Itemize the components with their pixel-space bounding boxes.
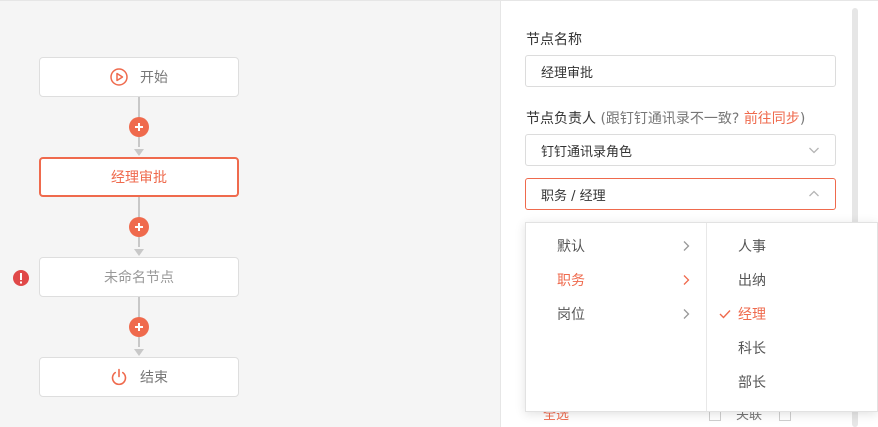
flow-connector xyxy=(138,237,140,247)
option-label: 部长 xyxy=(738,375,766,391)
cascader-option-manager[interactable]: 经理 xyxy=(707,297,877,331)
cascader-option-position[interactable]: 职务 xyxy=(526,263,706,297)
cascader-option-minister[interactable]: 部长 xyxy=(707,365,877,399)
cascader-level2-menu: 人事 出纳 经理 科长 部长 xyxy=(707,223,877,411)
cascader-option-hr[interactable]: 人事 xyxy=(707,229,877,263)
add-node-button[interactable] xyxy=(129,117,149,137)
flow-connector xyxy=(138,97,140,117)
flow-node-end[interactable]: 结束 xyxy=(39,357,239,397)
chevron-up-icon xyxy=(808,188,820,200)
power-icon xyxy=(110,368,128,386)
option-label: 经理 xyxy=(738,307,766,323)
flow-connector xyxy=(138,197,140,217)
flow-arrow xyxy=(134,249,144,256)
cascader-level1-menu: 默认 职务 岗位 xyxy=(526,223,707,411)
flow-node-manager-approval[interactable]: 经理审批 xyxy=(39,157,239,197)
node-name-value: 经理审批 xyxy=(541,65,594,81)
flow-arrow xyxy=(134,149,144,156)
option-label: 默认 xyxy=(557,239,585,255)
plus-icon xyxy=(135,223,143,231)
cascader-option-post[interactable]: 岗位 xyxy=(526,297,706,331)
flow-node-label: 经理审批 xyxy=(111,170,167,186)
plus-icon xyxy=(135,323,143,331)
warning-icon xyxy=(13,270,29,286)
chevron-right-icon xyxy=(680,308,692,320)
flow-arrow xyxy=(134,349,144,356)
option-label: 职务 xyxy=(557,273,585,289)
flow-node-label: 结束 xyxy=(140,370,168,386)
owner-source-select[interactable]: 钉钉通讯录角色 xyxy=(525,134,836,166)
flow-node-label: 未命名节点 xyxy=(104,270,174,286)
cascader-option-cashier[interactable]: 出纳 xyxy=(707,263,877,297)
flow-node-label: 开始 xyxy=(140,70,168,86)
node-name-label: 节点名称 xyxy=(526,32,582,48)
option-label: 人事 xyxy=(738,239,766,255)
add-node-button[interactable] xyxy=(129,317,149,337)
flow-connector xyxy=(138,337,140,347)
check-icon xyxy=(719,309,731,319)
sync-link[interactable]: 前往同步 xyxy=(744,111,800,127)
option-label: 出纳 xyxy=(738,273,766,289)
plus-icon xyxy=(135,123,143,131)
cascader-option-section-chief[interactable]: 科长 xyxy=(707,331,877,365)
sync-hint: (跟钉钉通讯录不一致? xyxy=(600,111,740,127)
add-node-button[interactable] xyxy=(129,217,149,237)
sync-hint-end: ) xyxy=(799,111,806,127)
flow-connector xyxy=(138,297,140,317)
chevron-down-icon xyxy=(808,144,820,156)
play-circle-icon xyxy=(110,68,128,86)
node-owner-label-row: 节点负责人 (跟钉钉通讯录不一致? 前往同步) xyxy=(526,108,805,128)
flow-node-unnamed[interactable]: 未命名节点 xyxy=(39,257,239,297)
role-cascader-value: 职务 / 经理 xyxy=(541,188,606,204)
role-cascader-select[interactable]: 职务 / 经理 xyxy=(525,178,836,210)
node-name-input[interactable]: 经理审批 xyxy=(525,55,836,87)
flow-node-start[interactable]: 开始 xyxy=(39,57,239,97)
cascader-option-default[interactable]: 默认 xyxy=(526,229,706,263)
option-label: 科长 xyxy=(738,341,766,357)
node-owner-label: 节点负责人 xyxy=(526,111,596,127)
chevron-right-icon xyxy=(680,274,692,286)
option-label: 岗位 xyxy=(557,307,585,323)
owner-source-value: 钉钉通讯录角色 xyxy=(541,144,633,160)
flow-connector xyxy=(138,137,140,147)
chevron-right-icon xyxy=(680,240,692,252)
role-cascader-dropdown: 默认 职务 岗位 人事 出纳 经理 科长 部长 xyxy=(525,222,878,412)
